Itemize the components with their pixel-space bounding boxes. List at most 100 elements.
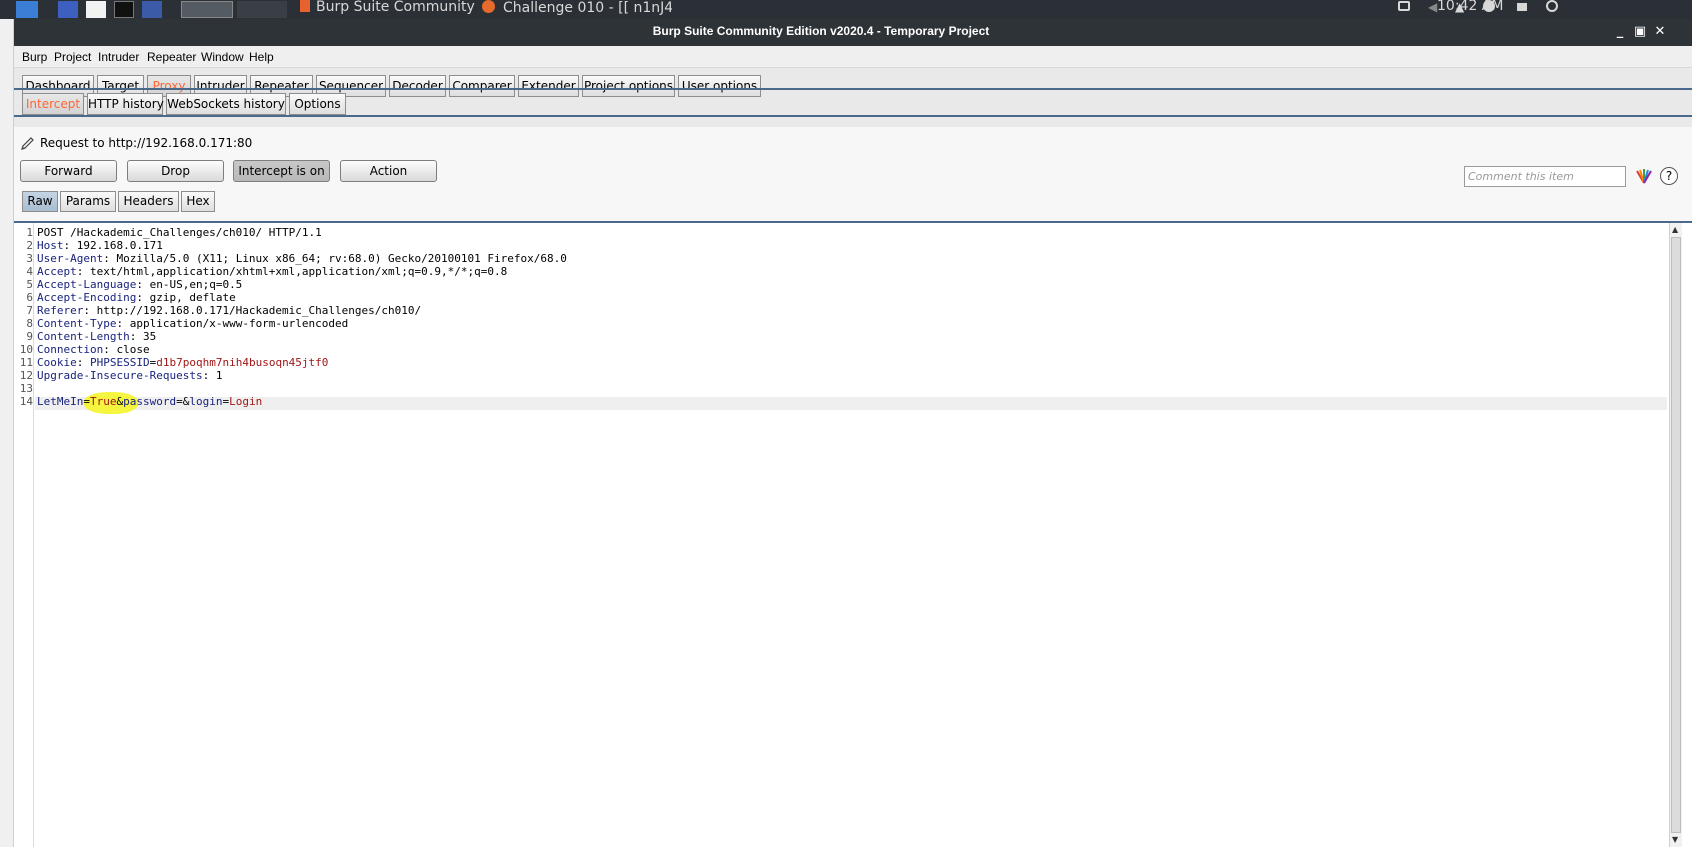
- scroll-down-icon[interactable]: ▼: [1672, 835, 1678, 844]
- tab-raw[interactable]: Raw: [22, 191, 58, 212]
- menu-intruder[interactable]: Intruder: [98, 50, 139, 64]
- header-line: Content-Length: 35: [37, 330, 157, 343]
- minimize-icon[interactable]: _: [1612, 24, 1628, 40]
- menu-project[interactable]: Project: [54, 50, 91, 64]
- line-number: 9: [26, 330, 33, 343]
- tab-params[interactable]: Params: [60, 191, 116, 212]
- volume-icon[interactable]: ◀: [1428, 0, 1442, 19]
- menu-window[interactable]: Window: [201, 50, 244, 64]
- lock-icon[interactable]: [1517, 0, 1531, 19]
- comment-input[interactable]: Comment this item: [1464, 166, 1626, 187]
- param-name: password: [123, 395, 177, 408]
- header-line: Host: 192.168.0.171: [37, 239, 163, 252]
- taskbar-window-label: Burp Suite Community E...: [316, 0, 480, 15]
- header-value: 35: [142, 330, 157, 343]
- proxy-tab-bar: Intercept HTTP history WebSockets histor…: [14, 90, 1692, 116]
- line-number: 2: [26, 239, 33, 252]
- param-value: True: [89, 395, 117, 408]
- vertical-scrollbar[interactable]: ▲ ▼: [1669, 223, 1682, 847]
- header-name: Connection: [37, 343, 104, 356]
- burp-icon: [300, 0, 310, 12]
- logout-icon[interactable]: [1546, 0, 1560, 19]
- menu-help[interactable]: Help: [249, 50, 274, 64]
- tab-headers[interactable]: Headers: [118, 191, 179, 212]
- header-line: Upgrade-Insecure-Requests: 1: [37, 369, 223, 382]
- tab-options[interactable]: Options: [289, 93, 346, 115]
- header-name: Host: [37, 239, 64, 252]
- header-name: User-Agent: [37, 252, 104, 265]
- header-value: text/html,application/xhtml+xml,applicat…: [90, 265, 508, 278]
- request-target: Request to http://192.168.0.171:80: [20, 136, 252, 151]
- header-name: Content-Length: [37, 330, 130, 343]
- header-name: Accept: [37, 265, 77, 278]
- header-value: gzip, deflate: [149, 291, 236, 304]
- cookie-line: Cookie: PHPSESSID=d1b7poqhm7nih4busoqn45…: [37, 356, 329, 369]
- line-number: 6: [26, 291, 33, 304]
- recorder-icon[interactable]: [142, 1, 162, 18]
- cookie-name: PHPSESSID: [90, 356, 150, 369]
- action-button[interactable]: Action: [340, 160, 437, 182]
- menu-repeater[interactable]: Repeater: [147, 50, 196, 64]
- body-line: LetMeIn=True&password=&login=Login: [37, 395, 263, 408]
- request-line: POST /Hackademic_Challenges/ch010/ HTTP/…: [37, 226, 322, 239]
- window-titlebar[interactable]: Burp Suite Community Edition v2020.4 - T…: [14, 19, 1692, 46]
- line-number: 5: [26, 278, 33, 291]
- workspace-2-icon[interactable]: [237, 1, 287, 18]
- header-value: Mozilla/5.0 (X11; Linux x86_64; rv:68.0)…: [116, 252, 567, 265]
- header-line: User-Agent: Mozilla/5.0 (X11; Linux x86_…: [37, 252, 567, 265]
- maximize-icon[interactable]: ▣: [1632, 24, 1648, 40]
- header-name: Cookie: [37, 356, 77, 369]
- menubar: Burp Project Intruder Repeater Window He…: [14, 46, 1692, 68]
- request-target-label: Request to http://192.168.0.171:80: [40, 136, 253, 150]
- taskbar-window-burp[interactable]: Burp Suite Community E...: [300, 0, 480, 19]
- line-number: 7: [26, 304, 33, 317]
- header-line: Connection: close: [37, 343, 150, 356]
- line-number: 1: [26, 226, 33, 239]
- current-line-highlight: [35, 397, 1667, 410]
- help-icon[interactable]: ?: [1660, 167, 1678, 185]
- scroll-up-icon[interactable]: ▲: [1672, 225, 1678, 234]
- os-taskbar: Burp Suite Community E... Challenge 010 …: [0, 0, 1692, 19]
- launcher-icon[interactable]: [58, 1, 78, 18]
- intercept-panel: Request to http://192.168.0.171:80 Forwa…: [14, 127, 1692, 847]
- line-number: 3: [26, 252, 33, 265]
- param-name: LetMeIn: [37, 395, 84, 408]
- highlight-color-icon[interactable]: [1635, 168, 1653, 184]
- header-value: 1: [215, 369, 223, 382]
- line-number: 4: [26, 265, 33, 278]
- param-value: Login: [229, 395, 263, 408]
- header-name: Referer: [37, 304, 84, 317]
- tab-intercept[interactable]: Intercept: [22, 93, 84, 115]
- line-number: 10: [19, 343, 33, 356]
- terminal-icon[interactable]: [114, 1, 134, 18]
- firefox-icon: [482, 0, 495, 13]
- power-status-icon[interactable]: [1483, 0, 1497, 19]
- network-icon[interactable]: [1398, 0, 1412, 19]
- tab-http-history[interactable]: HTTP history: [87, 93, 164, 115]
- taskbar-window-firefox[interactable]: Challenge 010 - [[ n1nJ4....: [482, 0, 672, 19]
- header-line: Content-Type: application/x-www-form-url…: [37, 317, 349, 330]
- forward-button[interactable]: Forward: [20, 160, 117, 182]
- drop-button[interactable]: Drop: [127, 160, 224, 182]
- window-title: Burp Suite Community Edition v2020.4 - T…: [652, 24, 990, 38]
- header-value: application/x-www-form-urlencoded: [129, 317, 349, 330]
- header-name: Accept-Language: [37, 278, 137, 291]
- files-icon[interactable]: [86, 1, 106, 18]
- burp-window: Burp Suite Community Edition v2020.4 - T…: [14, 19, 1692, 847]
- header-name: Accept-Encoding: [37, 291, 137, 304]
- line-number: 12: [19, 369, 33, 382]
- tab-websockets-history[interactable]: WebSockets history: [166, 93, 286, 115]
- app-menu-icon[interactable]: [16, 1, 38, 18]
- line-number: 14: [19, 395, 33, 408]
- notification-bell-icon[interactable]: ▲: [1455, 0, 1469, 19]
- taskbar-window-label: Challenge 010 - [[ n1nJ4....: [503, 0, 672, 16]
- line-number: 11: [19, 356, 33, 369]
- intercept-toggle-button[interactable]: Intercept is on: [233, 160, 330, 182]
- request-editor[interactable]: 1 2 3 4 5 6 7 8 9 10 11 12 13 14 POST /H…: [14, 221, 1692, 847]
- header-value: 192.168.0.171: [76, 239, 163, 252]
- workspace-1-icon[interactable]: [181, 1, 233, 18]
- close-icon[interactable]: ✕: [1652, 24, 1668, 40]
- scroll-thumb[interactable]: [1671, 237, 1681, 833]
- tab-hex[interactable]: Hex: [181, 191, 215, 212]
- menu-burp[interactable]: Burp: [22, 50, 47, 64]
